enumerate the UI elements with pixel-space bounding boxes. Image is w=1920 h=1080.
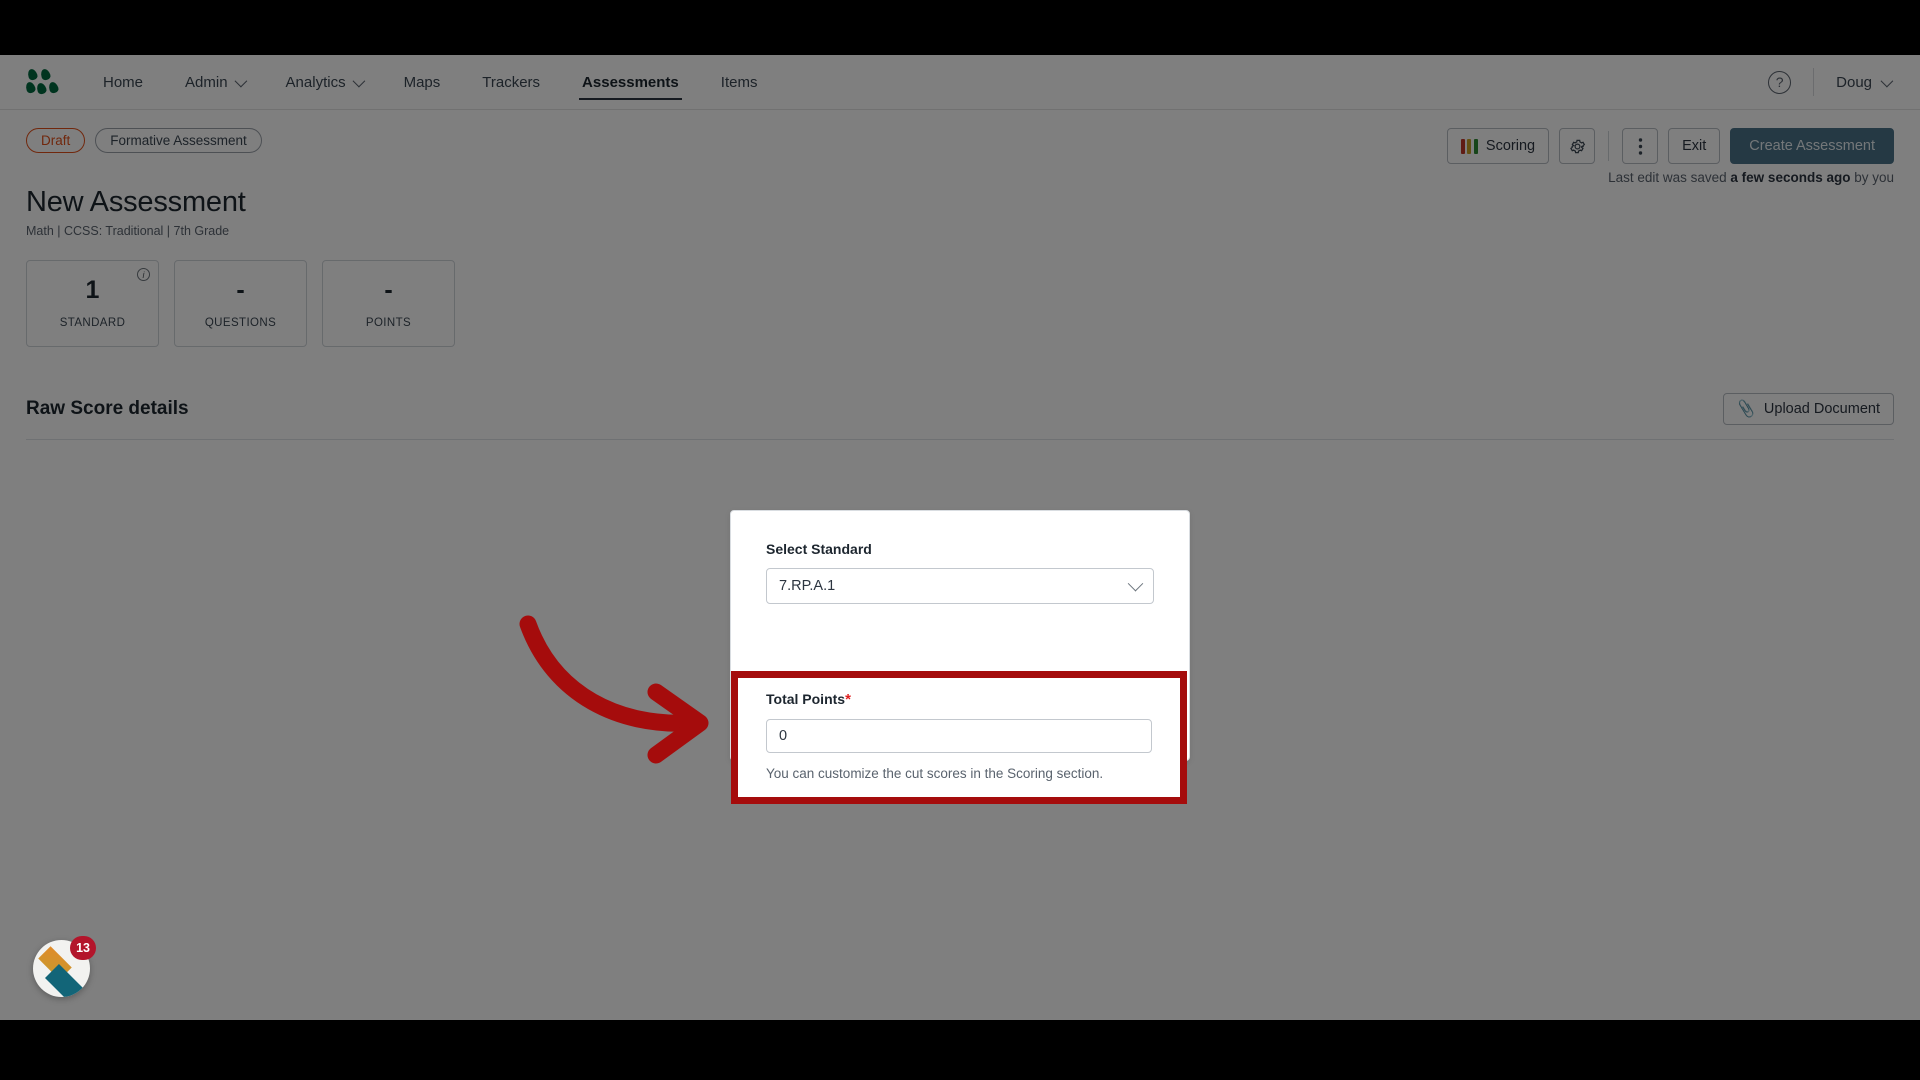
info-icon[interactable]: i (137, 268, 150, 281)
stat-card-questions: - QUESTIONS (174, 260, 307, 347)
user-menu[interactable]: Doug (1836, 74, 1894, 91)
stat-value: 1 (85, 276, 100, 304)
more-options-button[interactable] (1622, 128, 1659, 164)
nav-right-cluster: ? Doug (1768, 68, 1894, 96)
action-divider (1608, 131, 1610, 161)
total-points-value: 0 (779, 728, 788, 744)
annotation-arrow (510, 610, 730, 775)
chevron-down-icon (1880, 74, 1894, 87)
last-saved-status: Last edit was saved a few seconds ago by… (1608, 170, 1894, 185)
chevron-down-icon (352, 74, 365, 87)
status-chips: Draft Formative Assessment (26, 128, 262, 153)
saved-time: a few seconds ago (1730, 170, 1851, 185)
help-icon[interactable]: ? (1768, 70, 1792, 94)
create-label: Create Assessment (1749, 138, 1875, 154)
nav-item-assessments[interactable]: Assessments (561, 55, 700, 109)
stat-value: - (384, 276, 393, 304)
section-header: Raw Score details 📎 Upload Document (26, 393, 1894, 440)
assessment-action-bar: Draft Formative Assessment Scoring Exit … (0, 110, 1920, 185)
nav-label: Trackers (482, 73, 541, 91)
select-standard-label: Select Standard (766, 541, 872, 557)
kebab-menu-icon (1638, 137, 1642, 155)
action-buttons: Scoring Exit Create Assessment (1446, 128, 1894, 164)
page-title: New Assessment (26, 186, 246, 218)
required-asterisk: * (845, 691, 851, 708)
paperclip-icon: 📎 (1735, 399, 1758, 420)
stat-value: - (236, 276, 245, 304)
total-points-highlight: Total Points* 0 You can customize the cu… (731, 671, 1187, 804)
stat-label: POINTS (365, 317, 412, 329)
nav-item-items[interactable]: Items (700, 55, 779, 109)
status-badge-draft: Draft (26, 128, 86, 153)
total-points-helper-text: You can customize the cut scores in the … (766, 766, 1104, 781)
nav-item-home[interactable]: Home (82, 55, 164, 109)
upload-document-button[interactable]: 📎 Upload Document (1723, 393, 1894, 425)
notification-count-badge: 13 (70, 936, 96, 960)
saved-prefix: Last edit was saved (1608, 170, 1731, 185)
total-points-input[interactable]: 0 (766, 719, 1152, 753)
create-assessment-button[interactable]: Create Assessment (1730, 128, 1894, 164)
total-points-label: Total Points* (766, 691, 1152, 708)
chevron-down-icon (234, 74, 247, 87)
assessment-stat-cards: i 1 STANDARD - QUESTIONS - POINTS (0, 238, 1920, 347)
scoring-button[interactable]: Scoring (1446, 128, 1550, 164)
nav-label: Analytics (285, 73, 346, 91)
saved-suffix: by you (1850, 170, 1894, 185)
total-points-label-text: Total Points (766, 691, 846, 707)
upload-label: Upload Document (1763, 401, 1880, 417)
notifications-widget[interactable]: 13 (33, 936, 96, 997)
app-logo-icon[interactable] (24, 67, 60, 96)
gear-icon (1569, 139, 1585, 153)
select-standard-dropdown[interactable]: 7.RP.A.1 (766, 568, 1154, 604)
nav-label: Assessments (582, 73, 679, 91)
raw-score-section: Raw Score details 📎 Upload Document (26, 393, 1894, 440)
user-name: Doug (1836, 73, 1872, 91)
nav-label: Maps (403, 73, 441, 91)
nav-label: Admin (185, 73, 228, 91)
chevron-down-icon (1127, 575, 1144, 591)
app-stage: Home Admin Analytics Maps Trackers Asses… (0, 55, 1920, 1020)
exit-button[interactable]: Exit (1668, 128, 1721, 164)
nav-item-trackers[interactable]: Trackers (461, 55, 561, 109)
selected-standard-value: 7.RP.A.1 (779, 578, 836, 594)
stat-card-standard: i 1 STANDARD (26, 260, 159, 347)
primary-nav-items: Home Admin Analytics Maps Trackers Asses… (82, 55, 778, 109)
scoring-label: Scoring (1485, 138, 1536, 154)
nav-item-analytics[interactable]: Analytics (265, 55, 383, 109)
stat-label: STANDARD (59, 317, 126, 329)
top-navigation-bar: Home Admin Analytics Maps Trackers Asses… (0, 55, 1920, 110)
section-title: Raw Score details (26, 398, 189, 419)
page-subtitle: Math | CCSS: Traditional | 7th Grade (26, 224, 230, 238)
nav-divider (1813, 68, 1815, 96)
nav-label: Home (103, 73, 144, 91)
settings-button[interactable] (1559, 128, 1596, 164)
nav-item-admin[interactable]: Admin (164, 55, 265, 109)
stat-label: QUESTIONS (204, 317, 277, 329)
nav-label: Items (720, 73, 758, 91)
assessment-type-badge: Formative Assessment (95, 128, 262, 153)
nav-item-maps[interactable]: Maps (383, 55, 462, 109)
stat-card-points: - POINTS (322, 260, 455, 347)
scoring-bars-icon (1460, 138, 1478, 154)
curved-right-arrow-icon (519, 615, 709, 764)
exit-label: Exit (1682, 138, 1707, 154)
